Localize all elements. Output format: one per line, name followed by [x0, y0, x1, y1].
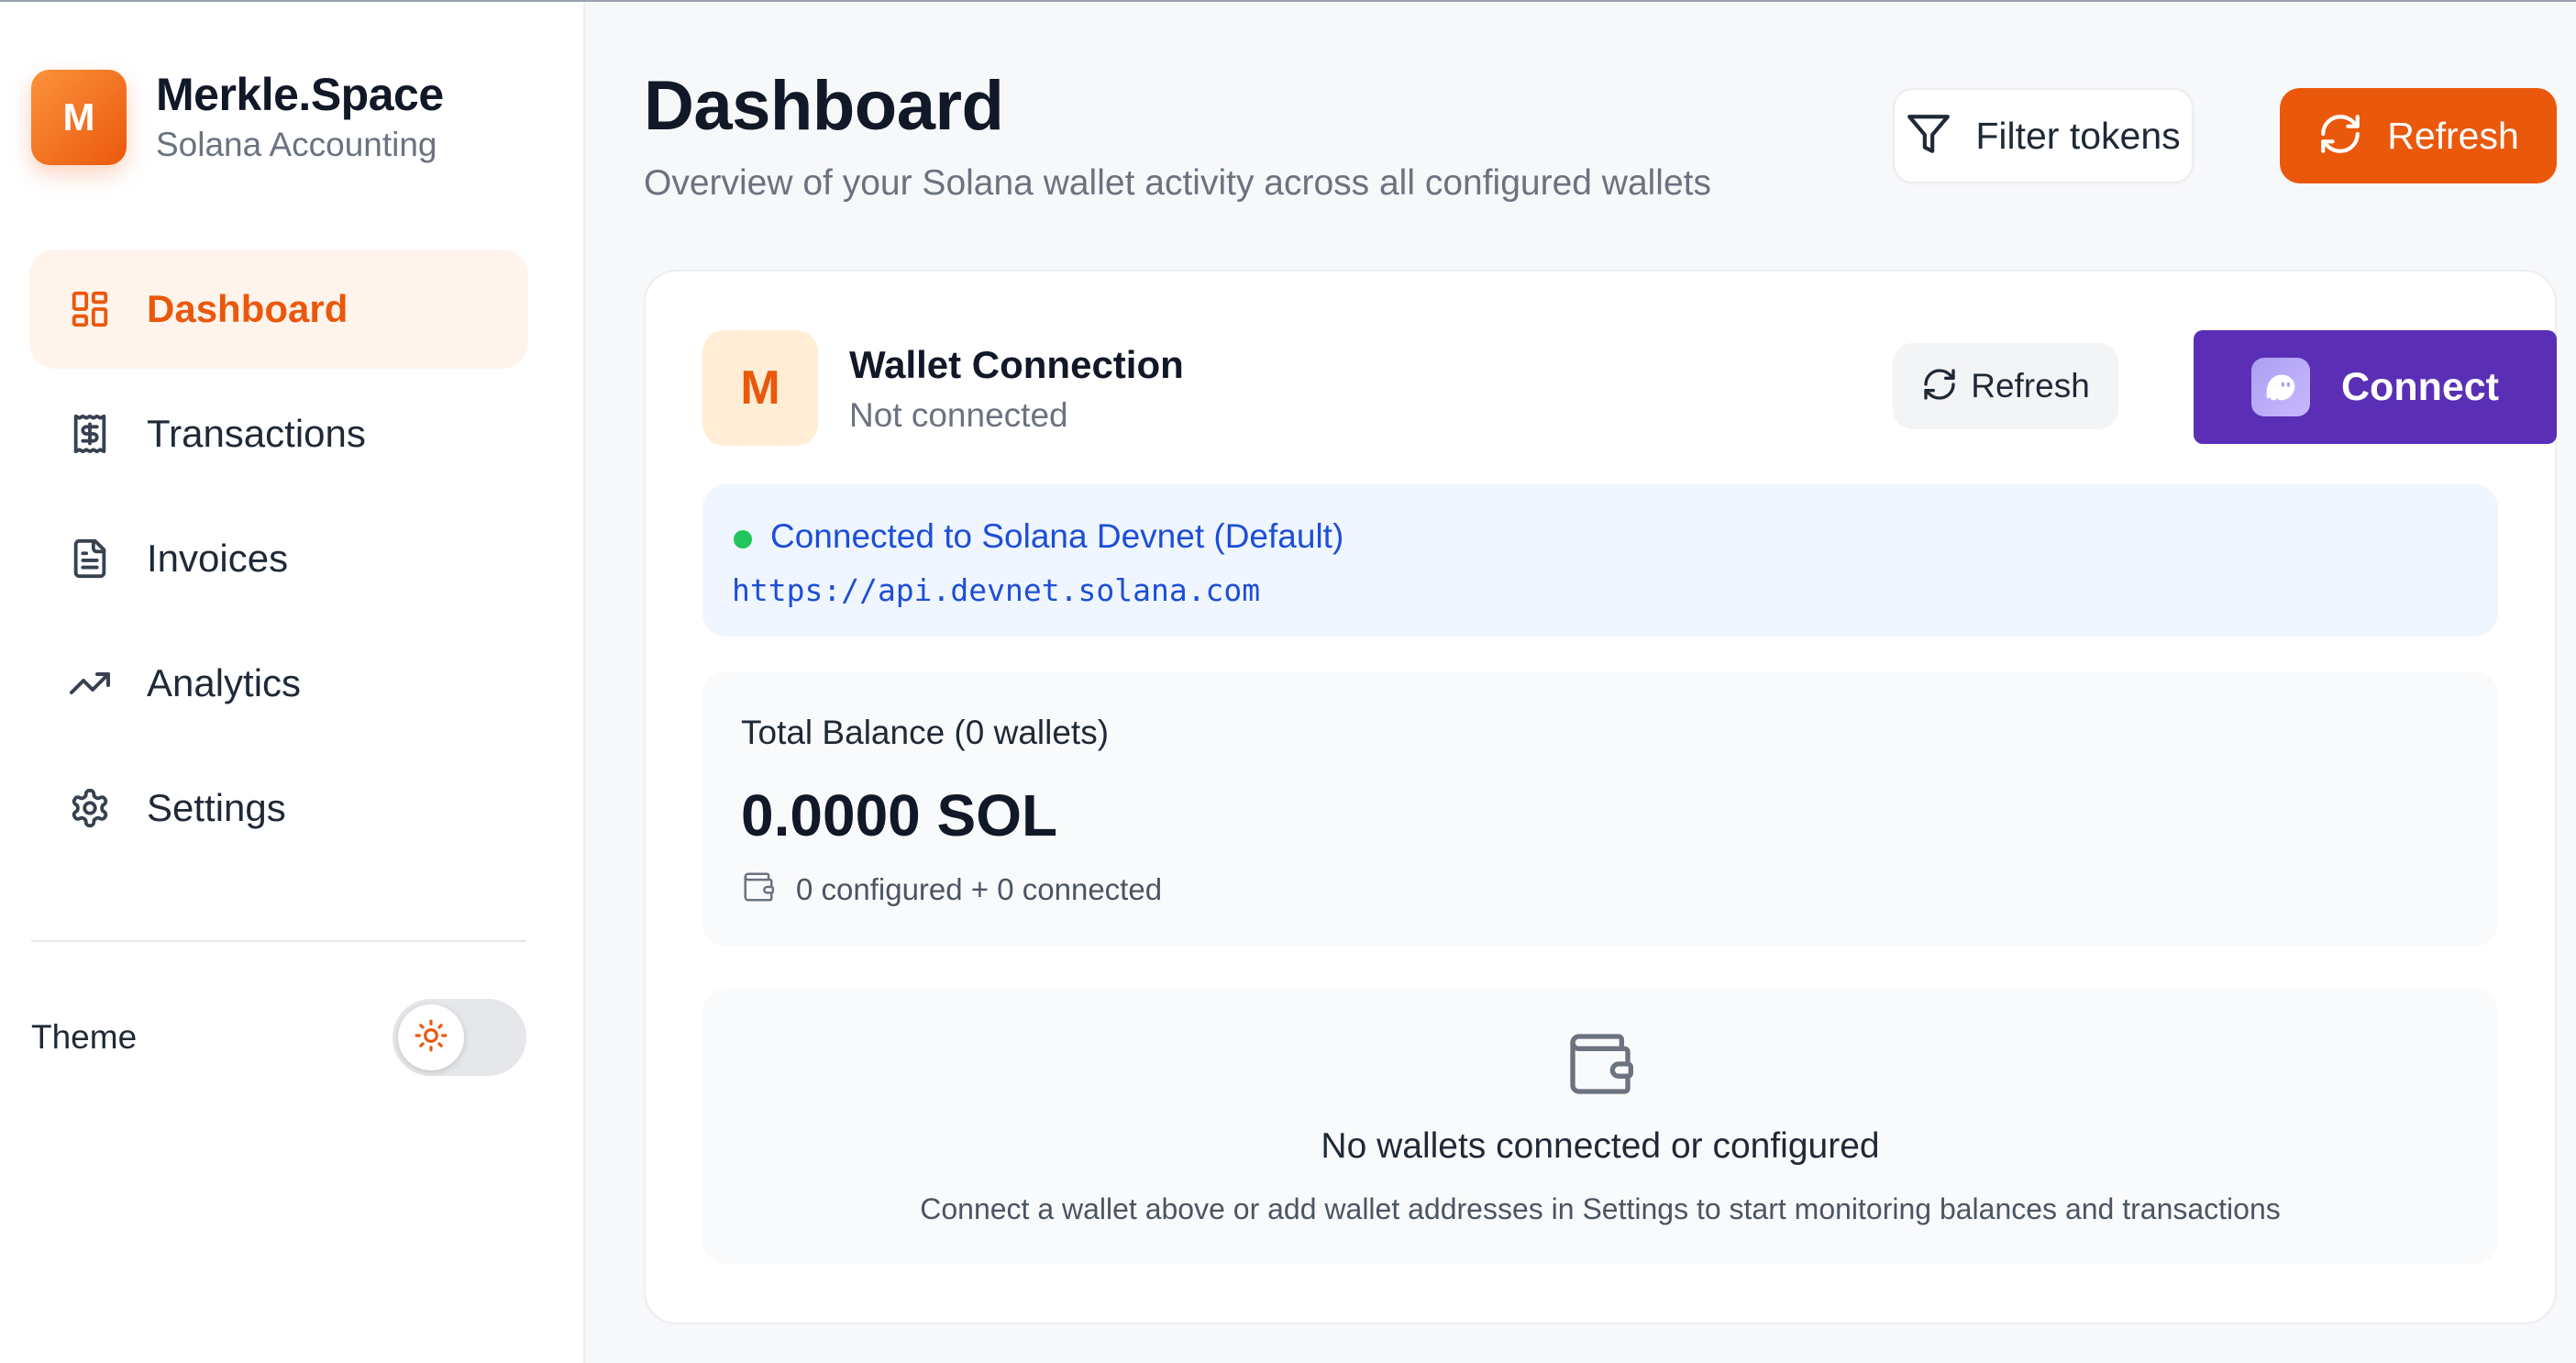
status-dot [734, 530, 752, 549]
wallet-refresh-label: Refresh [1971, 367, 2090, 404]
network-status-box: Connected to Solana Devnet (Default) htt… [702, 484, 2498, 637]
refresh-icon [2317, 111, 2363, 161]
sidebar-item-label: Transactions [147, 412, 366, 455]
wallet-avatar: M [702, 330, 818, 446]
theme-toggle[interactable] [392, 999, 526, 1076]
sidebar-divider [31, 940, 526, 942]
brand-logo: M [31, 70, 127, 165]
wallet-connection-status: Not connected [849, 396, 1068, 434]
wallet-card: M Wallet Connection Not connected Refres… [644, 270, 2557, 1324]
refresh-label: Refresh [2387, 114, 2519, 157]
gear-icon [68, 786, 112, 830]
document-icon [68, 537, 112, 581]
brand: M Merkle.Space Solana Accounting [31, 68, 444, 167]
trending-up-icon [68, 661, 112, 705]
empty-state-text: Connect a wallet above or add wallet add… [920, 1192, 2281, 1225]
brand-title: Merkle.Space [156, 69, 444, 120]
connect-wallet-button[interactable]: Connect [2194, 330, 2557, 444]
sidebar-nav: Dashboard Transactions Invoices Analytic… [29, 249, 528, 873]
sidebar-item-label: Analytics [147, 661, 302, 704]
sidebar-item-transactions[interactable]: Transactions [29, 374, 528, 493]
total-balance-box: Total Balance (0 wallets) 0.0000 SOL 0 c… [702, 671, 2498, 947]
connect-label: Connect [2341, 364, 2499, 409]
page-subtitle: Overview of your Solana wallet activity … [644, 163, 1712, 203]
theme-knob [398, 1004, 464, 1070]
filter-tokens-button[interactable]: Filter tokens [1893, 88, 2194, 183]
filter-icon [1906, 111, 1951, 161]
phantom-ghost-icon [2251, 358, 2310, 416]
sun-icon [414, 1018, 448, 1058]
sidebar-item-invoices[interactable]: Invoices [29, 499, 528, 618]
network-name: Connected to Solana Devnet (Default) [770, 517, 1344, 555]
empty-state-title: No wallets connected or configured [1321, 1126, 1880, 1166]
sidebar-item-dashboard[interactable]: Dashboard [29, 249, 528, 369]
wallet-connection-title: Wallet Connection [849, 343, 1184, 386]
dashboard-grid-icon [68, 287, 112, 331]
refresh-button[interactable]: Refresh [2280, 88, 2557, 183]
wallet-icon [741, 870, 776, 909]
sidebar: M Merkle.Space Solana Accounting Dashboa… [0, 2, 585, 1363]
theme-row: Theme [31, 998, 526, 1077]
theme-label: Theme [31, 1018, 138, 1056]
app-window: M Merkle.Space Solana Accounting Dashboa… [0, 0, 2576, 1363]
network-url: https://api.devnet.solana.com [732, 572, 1261, 608]
page-title: Dashboard [644, 67, 1004, 145]
sidebar-item-label: Dashboard [147, 287, 348, 330]
sidebar-item-label: Invoices [147, 537, 289, 580]
total-balance-label: Total Balance (0 wallets) [741, 714, 1110, 751]
refresh-icon [1921, 366, 1958, 407]
total-balance-value: 0.0000 SOL [741, 782, 1058, 848]
wallet-count-text: 0 configured + 0 connected [796, 871, 1163, 906]
sidebar-item-label: Settings [147, 786, 286, 829]
sidebar-item-settings[interactable]: Settings [29, 748, 528, 868]
receipt-dollar-icon [68, 412, 112, 456]
wallet-icon [1564, 1027, 1637, 1105]
main-content: Dashboard Overview of your Solana wallet… [587, 2, 2576, 1363]
wallet-count-meta: 0 configured + 0 connected [741, 870, 1162, 909]
brand-subtitle: Solana Accounting [156, 126, 437, 163]
sidebar-item-analytics[interactable]: Analytics [29, 624, 528, 743]
wallet-refresh-button[interactable]: Refresh [1893, 343, 2118, 429]
empty-state: No wallets connected or configured Conne… [702, 989, 2498, 1264]
filter-tokens-label: Filter tokens [1975, 114, 2181, 157]
brand-text: Merkle.Space Solana Accounting [156, 68, 444, 167]
